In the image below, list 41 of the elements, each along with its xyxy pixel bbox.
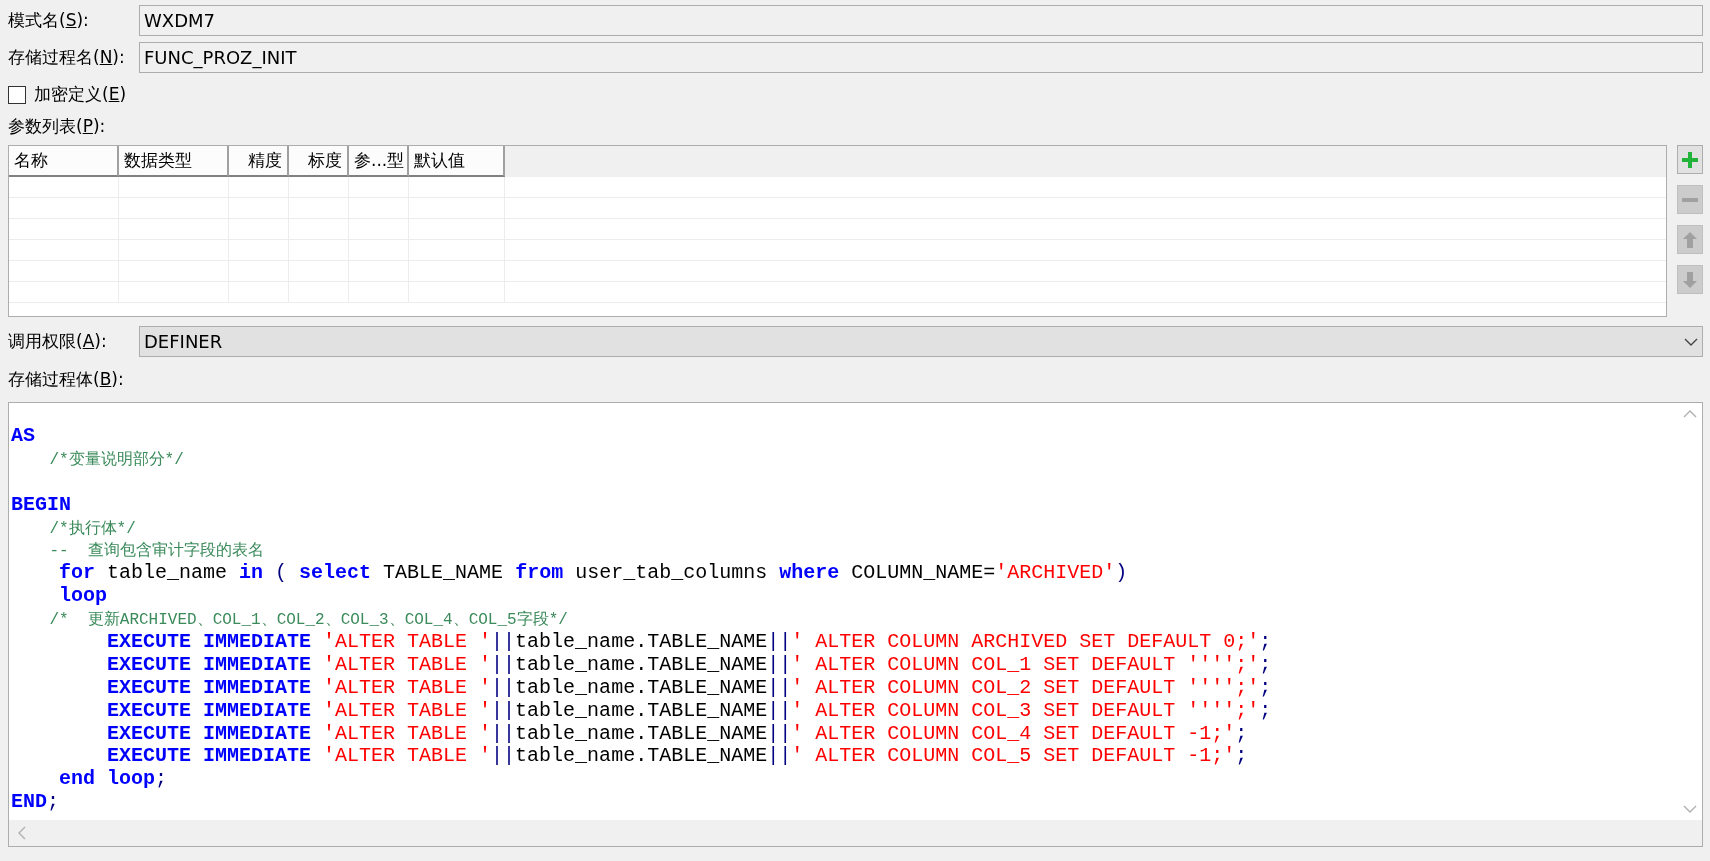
field-label: 存储过程名(N): bbox=[8, 45, 126, 69]
code-line: loop bbox=[58, 585, 108, 609]
add-icon bbox=[1680, 149, 1700, 170]
column-header[interactable]: 默认值 bbox=[409, 146, 505, 177]
checkbox[interactable] bbox=[8, 86, 26, 104]
code-editor[interactable] bbox=[8, 402, 1703, 847]
code-comment: /* 更新ARCHIVED、COL_1、COL_2、COL_3、COL_4、COL_5字段*/ bbox=[48, 609, 569, 631]
field-label: 参数列表(P): bbox=[8, 115, 106, 139]
code-line: EXECUTE IMMEDIATE 'ALTER TABLE '||table_name.TABLE_NAME||' ALTER COLUMN COL_4 SET DEFAULT -1;'; bbox=[106, 722, 1249, 746]
dropdown[interactable]: DEFINER bbox=[139, 326, 1703, 357]
code-comment: /*变量说明部分*/ bbox=[48, 449, 185, 471]
add-button[interactable] bbox=[1677, 145, 1703, 174]
scroll-down-icon[interactable] bbox=[1683, 804, 1697, 814]
column-header[interactable]: 标度 bbox=[289, 146, 349, 177]
code-line: END; bbox=[11, 791, 61, 815]
code-line: EXECUTE IMMEDIATE 'ALTER TABLE '||table_name.TABLE_NAME||' ALTER COLUMN COL_2 SET DEFAULT '''';'; bbox=[106, 676, 1273, 700]
text-field[interactable]: FUNC_PROZ_INIT bbox=[139, 42, 1703, 73]
horizontal-scrollbar[interactable] bbox=[9, 820, 1702, 846]
checkbox-label: 加密定义(E) bbox=[34, 83, 127, 107]
code-line: BEGIN bbox=[11, 493, 72, 517]
remove-icon bbox=[1682, 197, 1698, 202]
code-comment: /*执行体*/ bbox=[48, 518, 137, 540]
code-line: EXECUTE IMMEDIATE 'ALTER TABLE '||table_name.TABLE_NAME||' ALTER COLUMN COL_3 SET DEFAULT '''';'; bbox=[106, 699, 1273, 723]
code-line: for table_name in ( select TABLE_NAME from user_tab_columns where COLUMN_NAME='ARCHIVED') bbox=[58, 562, 1129, 586]
code-line: end loop; bbox=[58, 768, 169, 792]
code-line: AS bbox=[11, 425, 36, 448]
column-header[interactable]: 名称 bbox=[9, 146, 119, 177]
column-header[interactable]: 数据类型 bbox=[119, 146, 229, 177]
scroll-up-icon[interactable] bbox=[1683, 409, 1697, 419]
field-label: 存储过程体(B): bbox=[8, 367, 124, 391]
scroll-left-icon[interactable] bbox=[17, 826, 27, 840]
field-label: 模式名(S): bbox=[8, 8, 90, 32]
code-comment: -- 查询包含审计字段的表名 bbox=[48, 540, 265, 563]
code-line: EXECUTE IMMEDIATE 'ALTER TABLE '||table_name.TABLE_NAME||' ALTER COLUMN ARCHIVED SET DEFAULT 0;'; bbox=[106, 631, 1273, 654]
chevron-down-icon bbox=[1684, 336, 1698, 347]
text-field[interactable]: WXDM7 bbox=[139, 5, 1703, 36]
column-header[interactable]: 参...型 bbox=[349, 146, 409, 177]
column-header[interactable]: 精度 bbox=[229, 146, 289, 177]
code-line: EXECUTE IMMEDIATE 'ALTER TABLE '||table_name.TABLE_NAME||' ALTER COLUMN COL_1 SET DEFAULT '''';'; bbox=[106, 653, 1273, 677]
field-label: 调用权限(A): bbox=[8, 329, 108, 353]
code-line: EXECUTE IMMEDIATE 'ALTER TABLE '||table_name.TABLE_NAME||' ALTER COLUMN COL_5 SET DEFAULT -1;'; bbox=[106, 745, 1249, 769]
